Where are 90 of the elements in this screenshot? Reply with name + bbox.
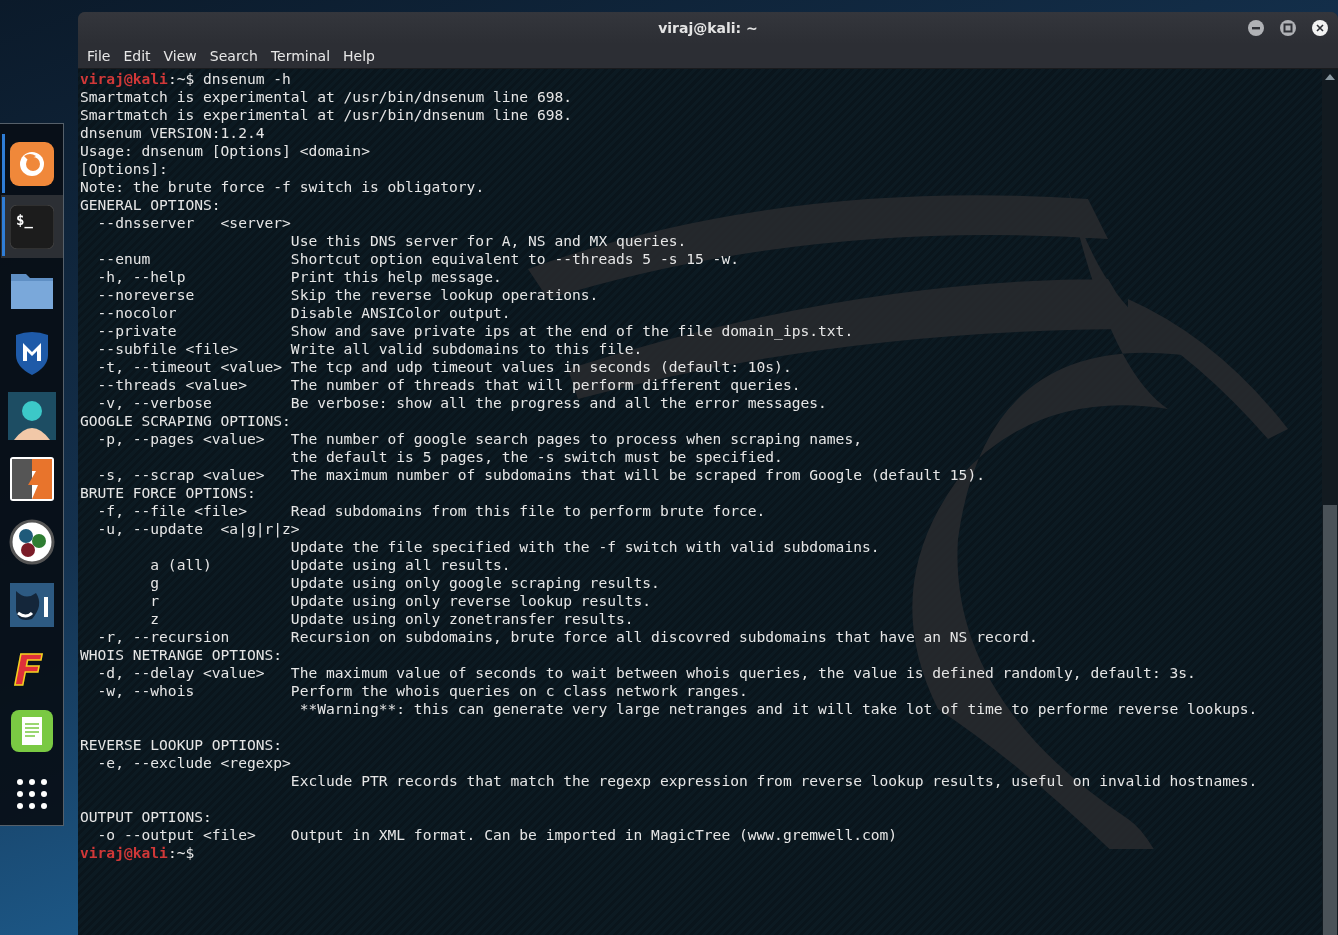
scroll-thumb[interactable] <box>1323 505 1337 935</box>
menu-item[interactable]: Terminal <box>264 46 337 66</box>
menu-item[interactable]: File <box>81 46 117 66</box>
output-line: Smartmatch is experimental at /usr/bin/dnsenum line 698. <box>80 106 573 124</box>
output-line: -e, --exclude <regexp> <box>96 754 291 772</box>
option-description: **Warning**: this can generate very large netranges and it will take lot of time to performe reverse lookups. <box>298 700 1258 718</box>
option-description: Update using only reverse lookup results. <box>290 592 652 610</box>
option-label: -p, --pages <value> <box>96 430 265 448</box>
option-label: -o --output <file> <box>96 826 256 844</box>
output-line: GOOGLE SCRAPING OPTIONS: <box>80 412 291 430</box>
option-description: the default is 5 pages, the -s switch must be specified. <box>290 448 783 466</box>
option-description: Write all valid subdomains to this file. <box>290 340 643 358</box>
shield-icon <box>13 330 50 375</box>
menu-item[interactable]: Search <box>203 46 264 66</box>
option-label: -s, --scrap <value> <box>96 466 265 484</box>
circles-icon <box>8 518 55 565</box>
notes-icon <box>10 709 53 752</box>
prompt-line: viraj@kali:~$ <box>80 844 195 862</box>
output-line: Note: the brute force -f switch is obligatory. <box>80 178 485 196</box>
option-label: -v, --verbose <box>96 394 212 412</box>
maximize-icon <box>1283 23 1293 33</box>
option-description: Show and save private ips at the end of the file domain_ips.txt. <box>290 322 854 340</box>
option-description: Update the file specified with the -f switch with valid subdomains. <box>290 538 880 556</box>
output-line: REVERSE LOOKUP OPTIONS: <box>80 736 283 754</box>
window-title: viraj@kali: ~ <box>658 20 758 36</box>
option-label: --private <box>96 322 177 340</box>
option-description: Update using only google scraping results. <box>290 574 660 592</box>
letter-icon: F <box>9 644 54 691</box>
option-label: --subfile <file> <box>96 340 239 358</box>
output-line: -u, --update <a|g|r|z> <box>96 520 300 538</box>
prompt-line: viraj@kali:~$ dnsenum -h <box>80 70 291 88</box>
maximize-button[interactable] <box>1280 20 1296 36</box>
option-description: Print this help message. <box>290 268 502 286</box>
avatar-icon <box>7 391 56 440</box>
option-label: -f, --file <file> <box>96 502 247 520</box>
option-description: The number of threads that will perform different queries. <box>290 376 801 394</box>
menu-item[interactable]: Help <box>337 46 381 66</box>
option-description: Skip the reverse lookup operations. <box>290 286 599 304</box>
running-indicator <box>1 134 5 193</box>
close-icon <box>1315 23 1325 33</box>
option-label: g <box>149 574 160 592</box>
output-line: [Options]: <box>80 160 168 178</box>
dock-item[interactable]: $_ <box>0 195 63 258</box>
menu-item[interactable]: Edit <box>117 46 157 66</box>
option-description: The maximum number of subdomains that will be scraped from Google (default 15). <box>290 466 985 484</box>
option-description: The number of google search pages to process when scraping names, <box>290 430 862 448</box>
output-line: OUTPUT OPTIONS: <box>80 808 212 826</box>
close-button[interactable] <box>1312 20 1328 36</box>
option-description: Exclude PTR records that match the regexp expression from reverse lookup results, useful on invalid hostnames. <box>290 772 1258 790</box>
option-label: -h, --help <box>96 268 186 286</box>
option-label: a (all) <box>149 556 212 574</box>
dock-item[interactable]: F <box>0 636 63 699</box>
option-label: -d, --delay <value> <box>96 664 265 682</box>
output-line: Usage: dnsenum [Options] <domain> <box>80 142 370 160</box>
option-description: Disable ANSIColor output. <box>290 304 511 322</box>
option-description: Perform the whois queries on c class network ranges. <box>290 682 748 700</box>
option-description: The maximum value of seconds to wait between whois queries, the value is defined randomly, default: 3s. <box>290 664 1196 682</box>
option-description: Update using only zonetransfer results. <box>290 610 634 628</box>
output-line: BRUTE FORCE OPTIONS: <box>80 484 256 502</box>
minimize-button[interactable] <box>1248 20 1264 36</box>
option-description: Output in XML format. Can be imported in MagicTree (www.gremwell.com) <box>290 826 898 844</box>
option-description: Be verbose: show all the progress and all the error messages. <box>290 394 827 412</box>
option-label: z <box>149 610 160 628</box>
option-description: Shortcut option equivalent to --threads 5 -s 15 -w. <box>290 250 739 268</box>
menu-item[interactable]: View <box>157 46 203 66</box>
option-description: Update using all results. <box>290 556 511 574</box>
option-label: -t, --timeout <value> <box>96 358 283 376</box>
scrollbar[interactable] <box>1322 69 1338 935</box>
option-label: -w, --whois <box>96 682 195 700</box>
option-description: The tcp and udp timeout values in seconds (default: 10s). <box>290 358 792 376</box>
option-label: --noreverse <box>96 286 195 304</box>
option-description: Recursion on subdomains, brute force all discovred subdomains that have an NS record. <box>290 628 1038 646</box>
option-label: --nocolor <box>96 304 177 322</box>
browser-icon <box>9 141 54 186</box>
option-label: -r, --recursion <box>96 628 230 646</box>
terminal-icon: $_ <box>9 204 54 249</box>
output-line: Smartmatch is experimental at /usr/bin/dnsenum line 698. <box>80 88 573 106</box>
scroll-up-icon[interactable] <box>1325 74 1335 80</box>
option-description: Use this DNS server for A, NS and MX queries. <box>290 232 687 250</box>
option-label: r <box>149 592 160 610</box>
split-icon <box>9 456 54 501</box>
option-label: --enum <box>96 250 151 268</box>
output-line: WHOIS NETRANGE OPTIONS: <box>80 646 283 664</box>
option-description: Read subdomains from this file to perform brute force. <box>290 502 766 520</box>
option-label: --threads <value> <box>96 376 247 394</box>
running-indicator <box>1 197 5 256</box>
output-line: --dnsserver <server> <box>96 214 291 232</box>
app-grid-icon <box>15 777 48 810</box>
output-line: GENERAL OPTIONS: <box>80 196 221 214</box>
output-line: dnsenum VERSION:1.2.4 <box>80 124 265 142</box>
